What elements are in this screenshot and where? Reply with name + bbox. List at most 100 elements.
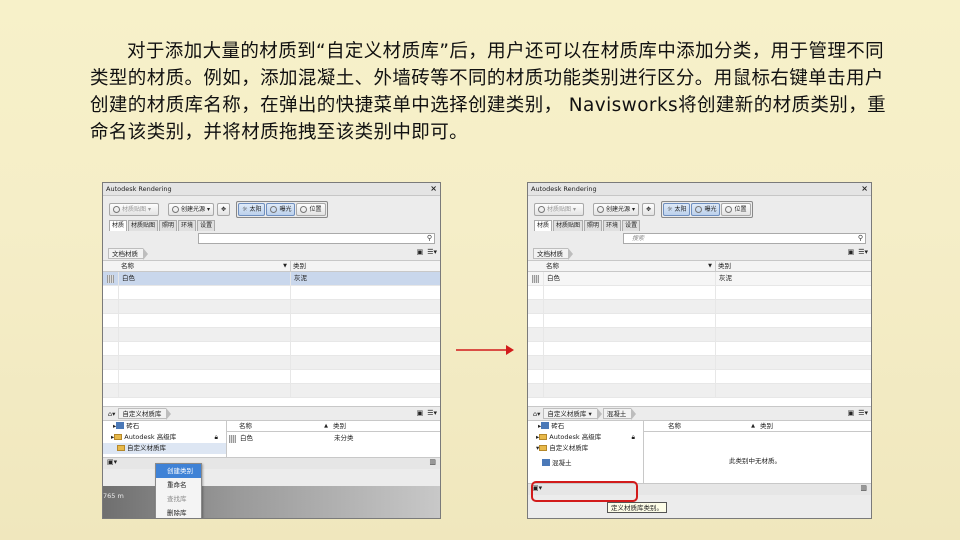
tree-item-masonry[interactable]: ▸ 砖石 [103,421,226,432]
search-icon[interactable]: ⚲ [858,234,863,243]
library-content: 名称 ▲ 类别 此类别中无材质。 [644,421,871,483]
tree-item-autodesk-library[interactable]: ▸ Autodesk 高级库 🔒︎ [103,432,226,443]
home-icon[interactable]: ⌂▾ [108,410,115,418]
material-map-button[interactable]: 材质贴图 ▾ [109,203,159,216]
library-panel: ▸ 砖石 ▸ Autodesk 高级库 🔒︎ ▾ 自定义材质库 混凝土 名称 ▲ 类别 此… [528,421,871,483]
tab-lighting[interactable]: 照明 [159,220,178,231]
column-category[interactable]: 类别 [291,261,306,271]
breadcrumb-concrete[interactable]: 混凝土 [602,408,636,420]
sun-button[interactable]: ☼ 太阳 [663,203,691,216]
column-category[interactable]: 类别 [716,261,731,271]
search-input[interactable]: 搜索 ⚲ [623,233,866,244]
tree-item-custom-library[interactable]: 自定义材质库 [103,443,226,454]
viewport-strip: 765 m [103,486,440,518]
sort-up-icon[interactable]: ▲ [324,421,328,431]
search-icon[interactable]: ⚲ [427,234,432,243]
location-button[interactable]: 位置 [721,203,751,216]
search-input[interactable]: ⚲ [198,233,435,244]
material-grid: 白色 灰泥 [103,272,440,406]
list-view-icon[interactable]: ☰▾ [427,409,437,417]
tab-settings[interactable]: 设置 [622,220,641,231]
material-grid-header: 名称 ▼ 类别 [103,261,440,272]
home-icon[interactable]: ⌂▾ [533,410,540,418]
close-icon[interactable]: × [430,183,437,195]
tree-item-masonry[interactable]: ▸ 砖石 [528,421,643,432]
tree-item-autodesk-library[interactable]: ▸ Autodesk 高级库 🔒︎ [528,432,643,443]
lib-column-name[interactable]: 名称 ▲ [237,421,331,431]
menu-item-create-category[interactable]: 创建类别 [156,464,201,478]
folder-add-icon[interactable]: ▣▾ [107,458,117,466]
export-icon[interactable]: ▥ [429,458,436,466]
material-swatch-icon [228,435,236,443]
empty-category-message: 此类别中无材质。 [729,457,781,465]
empty-row [103,384,440,398]
view-toggle-icon[interactable]: ▣ [417,248,424,256]
menu-item-find-library[interactable]: 查找库 [156,492,201,506]
sun-button[interactable]: ☼ 太阳 [238,203,266,216]
library-grid-header: 名称 ▲ 类别 [227,421,440,432]
row-name: 白色 [544,272,716,285]
tab-environment[interactable]: 环境 [178,220,197,231]
tree-item-label: 砖石 [126,422,140,430]
tab-material-map[interactable]: 材质贴图 [128,220,159,231]
breadcrumb-document-materials[interactable]: 文档材质 [533,247,573,260]
create-light-button[interactable]: 创建光源 ▾ [168,203,215,216]
window-title: Autodesk Rendering [531,185,597,193]
list-view-icon[interactable]: ☰▾ [858,248,868,256]
tree-item-custom-library[interactable]: ▾ 自定义材质库 [528,443,643,454]
list-view-icon[interactable]: ☰▾ [427,248,437,256]
sort-down-icon[interactable]: ▼ [283,261,287,271]
table-row[interactable]: 白色 未分类 [227,432,440,446]
tree-item-concrete[interactable]: 混凝土 [528,458,643,469]
tab-settings[interactable]: 设置 [197,220,216,231]
row-category: 灰泥 [294,274,307,282]
list-view-icon[interactable]: ☰▾ [858,409,868,417]
sort-up-icon[interactable]: ▲ [751,421,755,431]
breadcrumb-custom-library[interactable]: 自定义材质库 [118,408,172,420]
view-toggle-icon[interactable]: ▣ [848,248,855,256]
tab-materials[interactable]: 材质 [109,220,128,231]
folder-icon [114,434,123,440]
folder-icon [117,445,125,451]
exposure-button[interactable]: 曝光 [266,203,296,216]
tree-item-label: 自定义材质库 [127,444,166,452]
lib-column-category[interactable]: 类别 [331,421,346,431]
material-grid: 白色 灰泥 [528,272,871,406]
tab-material-map[interactable]: 材质贴图 [553,220,584,231]
column-name[interactable]: 名称 ▼ [544,261,716,271]
create-light-button[interactable]: 创建光源 ▾ [593,203,640,216]
exposure-label: 曝光 [704,206,717,213]
view-toggle-icon[interactable]: ▣ [848,409,855,417]
create-light-label: 创建光源 [181,206,206,213]
location-button[interactable]: 位置 [296,203,326,216]
tab-environment[interactable]: 环境 [603,220,622,231]
menu-item-delete-library[interactable]: 删除库 [156,506,201,518]
tab-materials[interactable]: 材质 [534,220,553,231]
table-row[interactable]: 白色 灰泥 [528,272,871,286]
breadcrumb-document-materials[interactable]: 文档材质 [108,247,148,260]
light-toggle-group: ☼ 太阳 曝光 位置 [236,201,328,218]
create-light-label: 创建光源 [606,206,631,213]
lib-column-category[interactable]: 类别 [758,421,773,431]
sort-down-icon[interactable]: ▼ [708,261,712,271]
pan-button[interactable]: ✥ [217,203,231,216]
export-icon[interactable]: ▥ [860,484,867,492]
breadcrumb: 文档材质 ▣ ☰▾ [528,246,871,261]
exposure-button[interactable]: 曝光 [691,203,721,216]
folder-icon [539,445,548,451]
menu-item-rename[interactable]: 重命名 [156,478,201,492]
location-label: 位置 [309,206,322,213]
pan-button[interactable]: ✥ [642,203,656,216]
rendering-window-after: Autodesk Rendering × 材质贴图 ▾ 创建光源 ▾ ✥ ☼ 太阳 曝… [527,182,872,519]
empty-row [103,314,440,328]
material-map-button[interactable]: 材质贴图 ▾ [534,203,584,216]
column-name[interactable]: 名称 ▼ [119,261,291,271]
light-toggle-group: ☼ 太阳 曝光 位置 [661,201,753,218]
view-toggle-icon[interactable]: ▣ [417,409,424,417]
close-icon[interactable]: × [861,183,868,195]
lib-column-name[interactable]: 名称 ▲ [666,421,758,431]
table-row[interactable]: 白色 灰泥 [103,272,440,286]
breadcrumb-custom-library[interactable]: 自定义材质库 ▾ [543,408,603,420]
toolbar: 材质贴图 ▾ 创建光源 ▾ ✥ ☼ 太阳 曝光 位置 [528,196,871,218]
tab-lighting[interactable]: 照明 [584,220,603,231]
